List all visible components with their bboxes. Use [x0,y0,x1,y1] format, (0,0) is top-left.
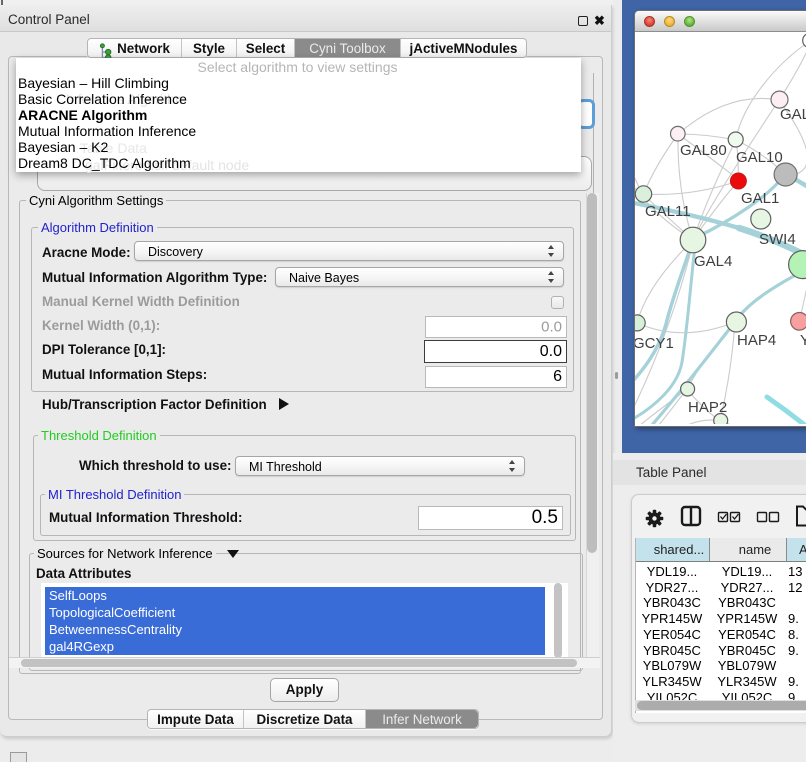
svg-text:GAL80: GAL80 [680,142,727,159]
svg-text:HAP2: HAP2 [688,399,727,416]
svg-text:GAL7: GAL7 [780,106,806,123]
svg-text:HAP4: HAP4 [737,332,776,349]
svg-text:GAL11: GAL11 [645,203,691,220]
svg-text:SWI4: SWI4 [759,231,796,248]
svg-text:GAL4: GAL4 [694,253,732,270]
svg-text:GAL10: GAL10 [736,149,783,166]
svg-text:GCY1: GCY1 [635,335,674,352]
svg-text:GAL1: GAL1 [741,190,779,207]
svg-text:YJR048W: YJR048W [800,332,806,349]
